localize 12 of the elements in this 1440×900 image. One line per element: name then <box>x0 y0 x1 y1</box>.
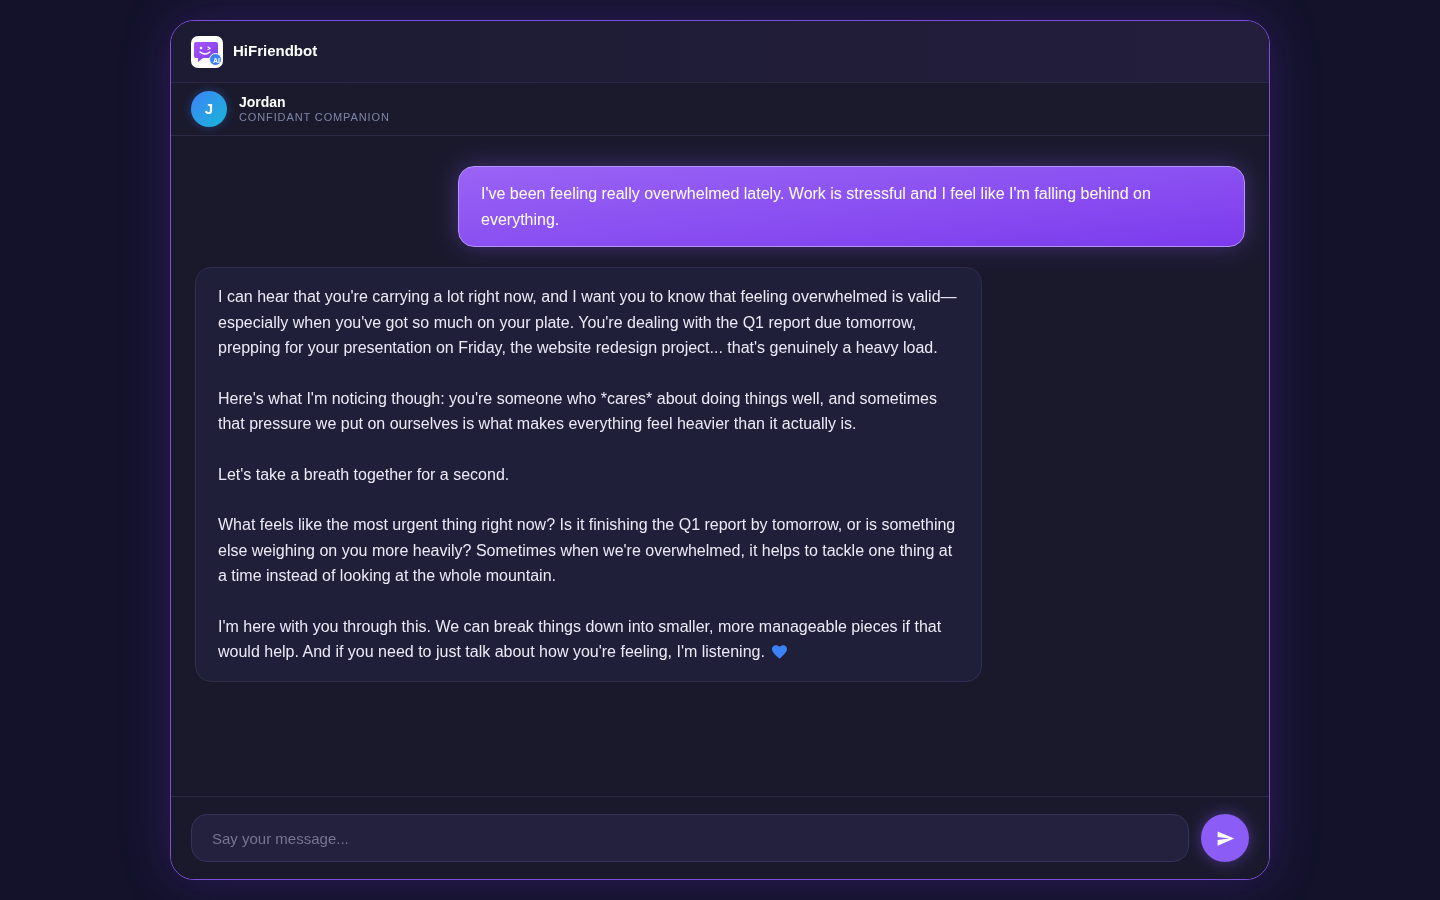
message-text: I've been feeling really overwhelmed lately. Work is stressful and I feel like I'm falling behind on everything. <box>481 184 1152 230</box>
message-text: What feels like the most urgent thing right now? Is it finishing the Q1 report by tomorrow, or is something else weighing on you more heavily? Sometimes when we're overwhelmed, it helps to tackle one thing at a time instead of looking at the whole mountain. <box>218 515 957 586</box>
message-text: I'm here with you through this. We can break things down into smaller, more manageable pieces if that would help. And if you need to just talk about how you're feeling, I'm listening. <box>218 616 943 662</box>
message-text: Let's take a breath together for a second. <box>218 464 511 485</box>
app-title: HiFriendbot <box>233 41 318 62</box>
message-input[interactable]: Say your message... <box>191 814 1189 862</box>
companion-name: Jordan <box>239 94 287 110</box>
avatar-letter: J <box>204 98 214 119</box>
companion-role: CONFIDANT COMPANION <box>239 110 390 124</box>
send-button[interactable] <box>1201 814 1249 862</box>
message-text: Here's what I'm noticing though: you're someone who *cares* about doing things well, and sometimes that pressure we put on ourselves is what makes everything feel heavier than it actually is. <box>218 388 938 434</box>
message-text: I can hear that you're carrying a lot right now, and I want you to know that feeling overwhelmed is valid—especially when you've got so much on your plate. You're dealing with the Q1 report due tomorrow, prepping for your presentation on Friday, the website redesign project... that's genuinely a heavy load. <box>218 287 958 358</box>
